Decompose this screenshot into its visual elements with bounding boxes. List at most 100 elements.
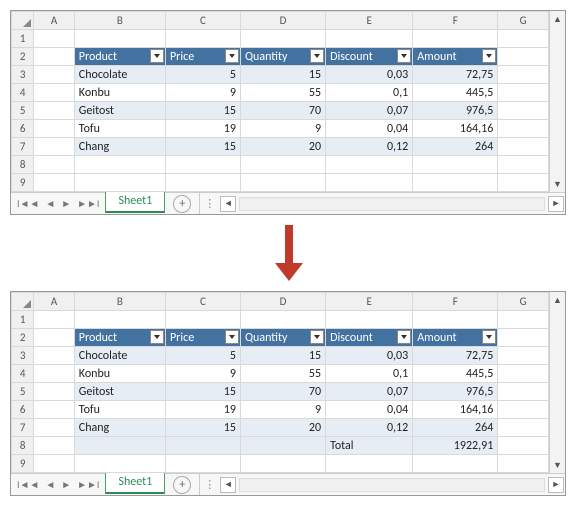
col-header[interactable]: B [74, 293, 165, 311]
cell[interactable]: Tofu [74, 401, 165, 419]
row-header[interactable]: 1 [12, 311, 34, 329]
cell[interactable]: 0,12 [326, 138, 413, 156]
row-header[interactable]: 6 [12, 401, 34, 419]
cell[interactable]: 0,03 [326, 347, 413, 365]
cell[interactable]: 976,5 [413, 383, 498, 401]
col-header[interactable]: G [498, 293, 549, 311]
cell[interactable]: 5 [165, 347, 240, 365]
prev-sheet-icon[interactable]: ◄ [45, 197, 55, 210]
select-all-corner[interactable] [12, 12, 34, 30]
filter-dropdown-icon[interactable] [150, 49, 164, 63]
select-all-corner[interactable] [12, 293, 34, 311]
cell[interactable]: Geitost [74, 102, 165, 120]
row-header[interactable]: 3 [12, 347, 34, 365]
cell[interactable]: 0,04 [326, 120, 413, 138]
cell[interactable]: 20 [240, 138, 325, 156]
horizontal-scrollbar[interactable]: ⋮ ◄ ► [199, 474, 565, 495]
table-header-discount[interactable]: Discount [326, 48, 413, 66]
col-header[interactable]: F [413, 293, 498, 311]
cell[interactable]: 15 [165, 102, 240, 120]
cell[interactable]: 15 [165, 383, 240, 401]
last-sheet-icon[interactable]: ►►I [77, 197, 99, 210]
table-header-amount[interactable]: Amount [413, 48, 498, 66]
prev-sheet-icon[interactable]: ◄ [45, 478, 55, 491]
col-header[interactable]: C [165, 12, 240, 30]
cell[interactable]: Tofu [74, 120, 165, 138]
cell[interactable]: 9 [165, 365, 240, 383]
cell[interactable]: 20 [240, 419, 325, 437]
scroll-up-icon[interactable]: ▲ [550, 11, 565, 27]
scroll-right-icon[interactable]: ► [548, 196, 564, 212]
scroll-up-icon[interactable]: ▲ [550, 292, 565, 308]
cell[interactable]: 164,16 [413, 401, 498, 419]
cell[interactable]: Chocolate [74, 347, 165, 365]
cell[interactable]: 9 [165, 84, 240, 102]
cell[interactable]: 0,1 [326, 84, 413, 102]
cell[interactable]: 70 [240, 383, 325, 401]
cell[interactable]: 55 [240, 84, 325, 102]
col-header[interactable]: F [413, 12, 498, 30]
row-header[interactable]: 5 [12, 383, 34, 401]
cell[interactable]: 0,04 [326, 401, 413, 419]
filter-dropdown-icon[interactable] [150, 330, 164, 344]
cell[interactable]: 0,1 [326, 365, 413, 383]
sheet-nav-buttons[interactable]: I◄◄◄►►►I [11, 474, 105, 495]
table-header-amount[interactable]: Amount [413, 329, 498, 347]
add-sheet-button[interactable]: + [173, 195, 191, 213]
first-sheet-icon[interactable]: I◄◄ [17, 197, 39, 210]
col-header[interactable]: A [34, 12, 75, 30]
row-header[interactable]: 9 [12, 174, 34, 192]
splitter-icon[interactable]: ⋮ [200, 197, 219, 210]
row-header[interactable]: 6 [12, 120, 34, 138]
vertical-scrollbar[interactable]: ▲ ▼ [549, 292, 565, 473]
table-header-quantity[interactable]: Quantity [240, 329, 325, 347]
cell[interactable]: 15 [165, 419, 240, 437]
table-header-discount[interactable]: Discount [326, 329, 413, 347]
row-header[interactable]: 2 [12, 48, 34, 66]
splitter-icon[interactable]: ⋮ [200, 478, 219, 491]
table-header-product[interactable]: Product [74, 48, 165, 66]
row-header[interactable]: 4 [12, 365, 34, 383]
cell[interactable]: 976,5 [413, 102, 498, 120]
table-header-price[interactable]: Price [165, 48, 240, 66]
sheet-tab[interactable]: Sheet1 [105, 473, 165, 494]
cell[interactable]: 55 [240, 365, 325, 383]
cell[interactable]: Konbu [74, 365, 165, 383]
cell[interactable]: 15 [240, 66, 325, 84]
filter-dropdown-icon[interactable] [482, 330, 496, 344]
cell[interactable]: 0,07 [326, 383, 413, 401]
table-header-product[interactable]: Product [74, 329, 165, 347]
last-sheet-icon[interactable]: ►►I [77, 478, 99, 491]
cell[interactable]: Chang [74, 138, 165, 156]
scroll-right-icon[interactable]: ► [548, 477, 564, 493]
col-header[interactable]: G [498, 12, 549, 30]
cell[interactable]: 15 [165, 138, 240, 156]
filter-dropdown-icon[interactable] [397, 49, 411, 63]
cell[interactable]: 164,16 [413, 120, 498, 138]
next-sheet-icon[interactable]: ► [61, 478, 71, 491]
col-header[interactable]: C [165, 293, 240, 311]
filter-dropdown-icon[interactable] [397, 330, 411, 344]
add-sheet-button[interactable]: + [173, 476, 191, 494]
filter-dropdown-icon[interactable] [310, 49, 324, 63]
cell[interactable]: 0,07 [326, 102, 413, 120]
col-header[interactable]: D [240, 12, 325, 30]
cell[interactable]: 264 [413, 138, 498, 156]
vertical-scrollbar[interactable]: ▲ ▼ [549, 11, 565, 192]
row-header[interactable]: 8 [12, 156, 34, 174]
total-cell[interactable] [240, 437, 325, 455]
cell[interactable]: 445,5 [413, 365, 498, 383]
cell[interactable]: 5 [165, 66, 240, 84]
filter-dropdown-icon[interactable] [225, 330, 239, 344]
row-header[interactable]: 9 [12, 455, 34, 473]
cell[interactable]: 15 [240, 347, 325, 365]
row-header[interactable]: 3 [12, 66, 34, 84]
cell[interactable]: 72,75 [413, 66, 498, 84]
cell[interactable]: Chang [74, 419, 165, 437]
scroll-left-icon[interactable]: ◄ [220, 477, 236, 493]
row-header[interactable]: 5 [12, 102, 34, 120]
cell[interactable]: 9 [240, 120, 325, 138]
cell[interactable]: 70 [240, 102, 325, 120]
scroll-down-icon[interactable]: ▼ [550, 176, 565, 192]
col-header[interactable]: D [240, 293, 325, 311]
